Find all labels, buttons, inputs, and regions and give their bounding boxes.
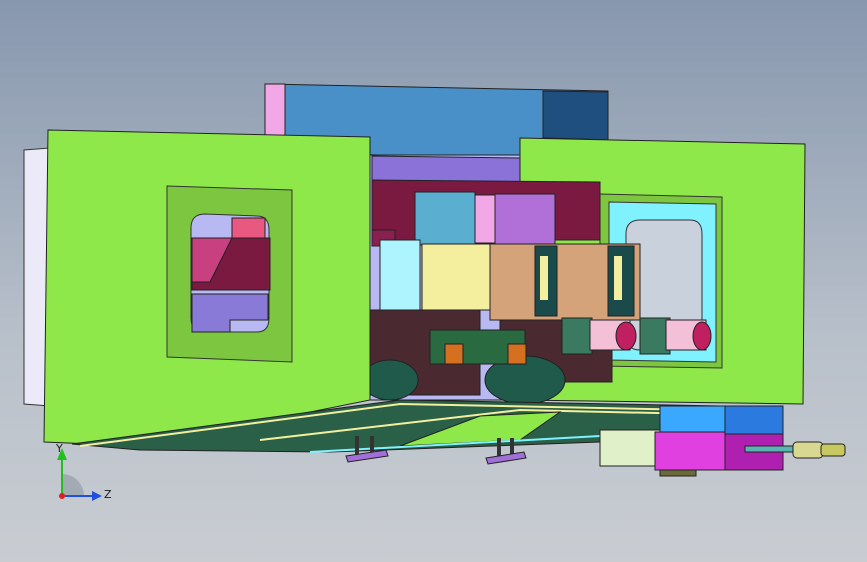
foot-post-2a (497, 438, 501, 458)
z-axis-label: Z (104, 488, 112, 501)
cylinder-collar-left (444, 343, 464, 365)
z-axis-arrow-icon (92, 491, 102, 501)
cyan-column (379, 239, 421, 311)
left-window-red-part (231, 217, 266, 239)
y-axis-label: Y (55, 442, 63, 455)
bottom-right-sky-block (659, 405, 726, 433)
carriage-blue-block (414, 191, 476, 246)
center-top-plate (371, 155, 521, 183)
slot-2 (614, 256, 622, 300)
carriage-pink-spacer (474, 194, 496, 244)
top-rail-dark-block (542, 90, 609, 141)
foot-post-1a (355, 436, 359, 456)
bottom-right-blue-block (724, 405, 784, 435)
connector-cap-1 (615, 321, 637, 351)
slot-1 (540, 256, 548, 300)
side-rod (744, 445, 796, 453)
bottom-right-bolt (659, 469, 697, 477)
carriage-violet-block (494, 193, 556, 245)
side-rod-nut (820, 443, 846, 457)
triad-origin (59, 493, 65, 499)
bottom-right-magenta-block (654, 431, 726, 471)
yellow-block (421, 243, 491, 311)
foot-pad-2 (485, 451, 527, 465)
triad-plane-quadrant (62, 474, 84, 496)
connector-cap-2 (692, 321, 712, 351)
cylinder-collar-right (507, 343, 527, 365)
cad-viewport[interactable]: Y Z (0, 0, 867, 562)
bottom-right-pale-block (599, 429, 661, 467)
axis-triad: Y Z (55, 442, 112, 501)
assembly-model[interactable] (0, 0, 867, 562)
connector-block-1 (561, 317, 593, 355)
foot-pad-1 (345, 449, 389, 463)
side-rod-fitting (792, 441, 824, 459)
